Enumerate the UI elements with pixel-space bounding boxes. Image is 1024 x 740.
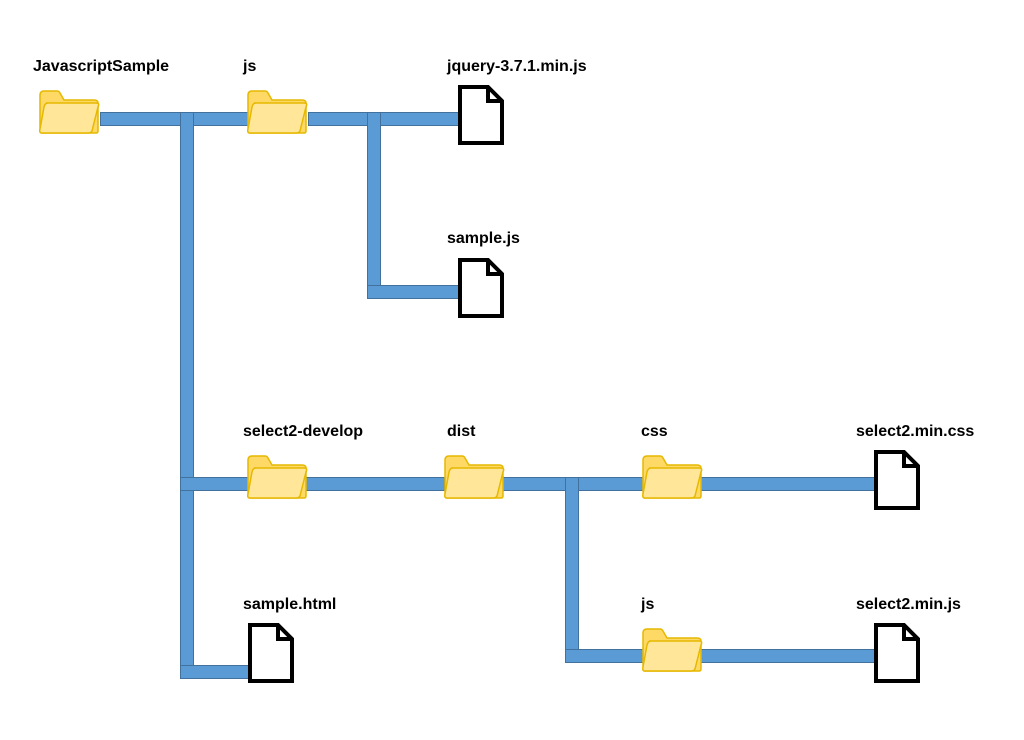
folder-icon [443,450,505,500]
diagram-canvas: JavascriptSample js jquery-3.7.1.min.js [0,0,1024,740]
file-icon [456,258,506,320]
connector-line [367,112,381,299]
file-icon [246,623,296,685]
label-jquery: jquery-3.7.1.min.js [447,58,587,76]
label-select2css: select2.min.css [856,423,974,441]
connector-line [565,477,579,663]
folder-icon [641,623,703,673]
label-dist: dist [447,423,475,441]
connector-line [100,112,253,126]
label-samplehtml: sample.html [243,596,336,614]
folder-icon [641,450,703,500]
label-distjs: js [641,596,654,614]
file-icon [872,623,922,685]
label-samplejs: sample.js [447,230,520,248]
label-root: JavascriptSample [33,58,169,76]
file-icon [456,85,506,147]
file-icon [872,450,922,512]
connector-line [565,649,877,663]
folder-icon [38,85,100,135]
folder-icon [246,85,308,135]
connector-line [308,112,460,126]
connector-line [367,285,460,299]
folder-icon [246,450,308,500]
label-css: css [641,423,668,441]
label-select2dev: select2-develop [243,423,363,441]
connector-line [180,665,250,679]
label-js: js [243,58,256,76]
label-select2js: select2.min.js [856,596,961,614]
connector-line [180,112,194,679]
connector-line [180,477,446,491]
